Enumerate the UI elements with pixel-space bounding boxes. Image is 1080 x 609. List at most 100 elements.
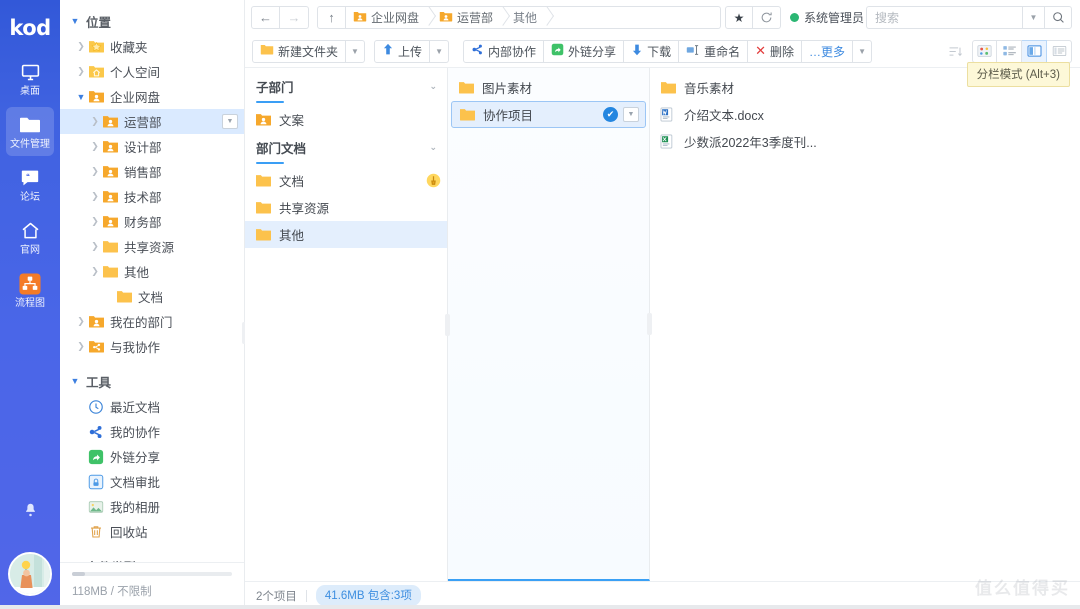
back-button[interactable]: ← — [251, 6, 280, 29]
chevron-right-icon[interactable]: ❯ — [74, 316, 88, 327]
breadcrumb-item-enterprise[interactable]: 企业网盘 — [346, 7, 423, 28]
breadcrumb[interactable]: 企业网盘 运营部 其他 — [346, 6, 721, 29]
list-item-shared-resources[interactable]: 共享资源 — [245, 194, 447, 221]
chevron-right-icon[interactable]: ❯ — [74, 41, 88, 52]
rail-item-website[interactable]: 官网 — [6, 213, 54, 262]
list-item-image-assets[interactable]: 图片素材 — [448, 74, 649, 101]
up-button[interactable]: ↑ — [317, 6, 346, 29]
bell-icon[interactable] — [23, 502, 38, 522]
rename-button[interactable]: 重命名 — [679, 39, 749, 63]
link-share-button[interactable]: 外链分享 — [544, 39, 625, 63]
tree-group-filetypes: ▼ 文件类型 — [60, 553, 244, 563]
tree-item-recycle-bin[interactable]: 回收站 — [60, 519, 244, 544]
chevron-right-icon[interactable]: ❯ — [88, 116, 102, 127]
search-input[interactable] — [866, 6, 1022, 29]
status-divider — [305, 589, 307, 602]
other-folder-column-body[interactable]: 图片素材 协作项目 ✔ ▼ — [448, 68, 649, 579]
view-mode-column-button[interactable] — [1022, 39, 1047, 63]
rail-item-forum[interactable]: ❝ 论坛 — [6, 160, 54, 209]
section-header-subdept[interactable]: 子部门 ⌄ — [245, 72, 447, 101]
favorite-star-icon[interactable]: ★ — [724, 6, 753, 29]
tree-item-shared-resources[interactable]: ❯ 共享资源 — [60, 234, 244, 259]
chevron-down-icon[interactable]: ⌄ — [429, 81, 437, 92]
list-item-copywriting[interactable]: 文案 — [245, 106, 447, 133]
sub-dept-column-body[interactable]: 子部门 ⌄ 文案 部门文档 ⌄ 文档 共享资源 其他 — [245, 68, 447, 581]
tree-group-header-locations[interactable]: ▼ 位置 — [60, 8, 244, 34]
view-mode-icon-button[interactable] — [972, 39, 997, 63]
delete-button[interactable]: ✕ 删除 — [748, 39, 803, 63]
chevron-right-icon[interactable]: ❯ — [88, 191, 102, 202]
rail-item-files[interactable]: 文件管理 — [6, 107, 54, 156]
tree-item-recent-docs[interactable]: 最近文档 — [60, 394, 244, 419]
column-resize-handle[interactable] — [647, 312, 652, 335]
chevron-right-icon[interactable]: ❯ — [88, 266, 102, 277]
tree-item-finance-dept[interactable]: ❯ 财务部 — [60, 209, 244, 234]
list-item-intro-docx[interactable]: 介绍文本.docx — [650, 101, 1080, 128]
list-item-other[interactable]: 其他 — [245, 221, 447, 248]
chevron-right-icon[interactable]: ❯ — [74, 341, 88, 352]
tree-item-personal-space[interactable]: ❯ 个人空间 — [60, 59, 244, 84]
list-item-collab-project[interactable]: 协作项目 ✔ ▼ — [451, 101, 646, 128]
inner-collab-button[interactable]: 内部协作 — [463, 39, 545, 63]
new-folder-dropdown[interactable]: ▼ — [346, 39, 366, 63]
chevron-right-icon[interactable]: ❯ — [88, 141, 102, 152]
section-header-deptdocs[interactable]: 部门文档 ⌄ — [245, 133, 447, 162]
view-mode-detail-button[interactable] — [1047, 39, 1072, 63]
breadcrumb-item-operations[interactable]: 运营部 — [432, 7, 497, 28]
list-item-more-button[interactable]: ▼ — [623, 107, 639, 122]
tree-item-more-button[interactable]: ▼ — [222, 114, 238, 129]
more-button[interactable]: …更多 — [802, 39, 854, 63]
folder-icon — [459, 107, 476, 122]
refresh-icon[interactable] — [752, 6, 781, 29]
upload-button[interactable]: 上传 — [374, 39, 431, 63]
upload-dropdown[interactable]: ▼ — [430, 39, 450, 63]
list-item-quarterly-xlsx[interactable]: 少数派2022年3季度刊... — [650, 128, 1080, 155]
tree-group-header-tools[interactable]: ▼ 工具 — [60, 368, 244, 394]
search-icon[interactable] — [1044, 6, 1072, 29]
forum-icon: ❝ — [19, 167, 41, 189]
tree-item-favorites[interactable]: ❯ 收藏夹 — [60, 34, 244, 59]
column-resize-handle[interactable] — [445, 313, 450, 336]
list-item-documents[interactable]: 文档 — [245, 167, 447, 194]
view-mode-list-button[interactable] — [997, 39, 1022, 63]
star-folder-icon — [88, 39, 105, 54]
chevron-right-icon[interactable]: ❯ — [88, 241, 102, 252]
tree-item-sales-dept[interactable]: ❯ 销售部 — [60, 159, 244, 184]
forward-button[interactable]: → — [280, 6, 309, 29]
sort-icon[interactable] — [944, 40, 966, 63]
chevron-right-icon[interactable]: ❯ — [74, 66, 88, 77]
chevron-right-icon[interactable]: ❯ — [88, 216, 102, 227]
tree-item-my-album[interactable]: 我的相册 — [60, 494, 244, 519]
tree-item-my-collab[interactable]: 我的协作 — [60, 419, 244, 444]
folder-icon — [102, 264, 119, 279]
chevron-down-icon[interactable]: ▼ — [74, 92, 88, 102]
tree-item-design-dept[interactable]: ❯ 设计部 — [60, 134, 244, 159]
tree-item-tech-dept[interactable]: ❯ 技术部 — [60, 184, 244, 209]
rail-item-desktop[interactable]: 桌面 — [6, 54, 54, 103]
search-options-chevron-down-icon[interactable]: ▼ — [1022, 6, 1044, 29]
rail-item-flowchart[interactable]: 流程图 — [6, 266, 54, 315]
collab-project-column-body[interactable]: 音乐素材 介绍文本.docx 少数派2022年3季度刊... — [650, 68, 1080, 581]
current-user[interactable]: 系统管理员 — [789, 9, 864, 26]
chevron-right-icon[interactable]: ❯ — [88, 166, 102, 177]
chevron-down-icon[interactable]: ⌄ — [429, 142, 437, 153]
group-folder-icon — [353, 10, 367, 26]
more-dropdown[interactable]: ▼ — [853, 39, 873, 63]
tree-item-doc-approval[interactable]: 文档审批 — [60, 469, 244, 494]
tree-group-header-filetypes[interactable]: ▼ 文件类型 — [60, 553, 244, 563]
tree-item-shared-with-me[interactable]: ❯ 与我协作 — [60, 334, 244, 359]
checkmark-icon[interactable]: ✔ — [603, 107, 618, 122]
tree-item-other[interactable]: ❯ 其他 — [60, 259, 244, 284]
tree-item-operations-dept[interactable]: ❯ 运营部 ▼ — [60, 109, 244, 134]
breadcrumb-separator — [423, 7, 432, 28]
user-avatar[interactable] — [8, 552, 52, 596]
tree-item-my-dept[interactable]: ❯ 我在的部门 — [60, 309, 244, 334]
group-folder-icon — [102, 214, 119, 229]
download-button[interactable]: 下载 — [624, 39, 680, 63]
tree-item-documents[interactable]: 文档 — [60, 284, 244, 309]
tree-item-enterprise-drive[interactable]: ▼ 企业网盘 — [60, 84, 244, 109]
tree-scroll-area[interactable]: ▼ 位置 ❯ 收藏夹 ❯ 个人空间 ▼ 企业网盘 ❯ 运营部 ▼ ❯ 设计部 ❯… — [60, 0, 244, 562]
tree-item-link-share[interactable]: 外链分享 — [60, 444, 244, 469]
new-folder-button[interactable]: 新建文件夹 — [252, 39, 347, 63]
breadcrumb-item-other[interactable]: 其他 — [506, 7, 541, 28]
